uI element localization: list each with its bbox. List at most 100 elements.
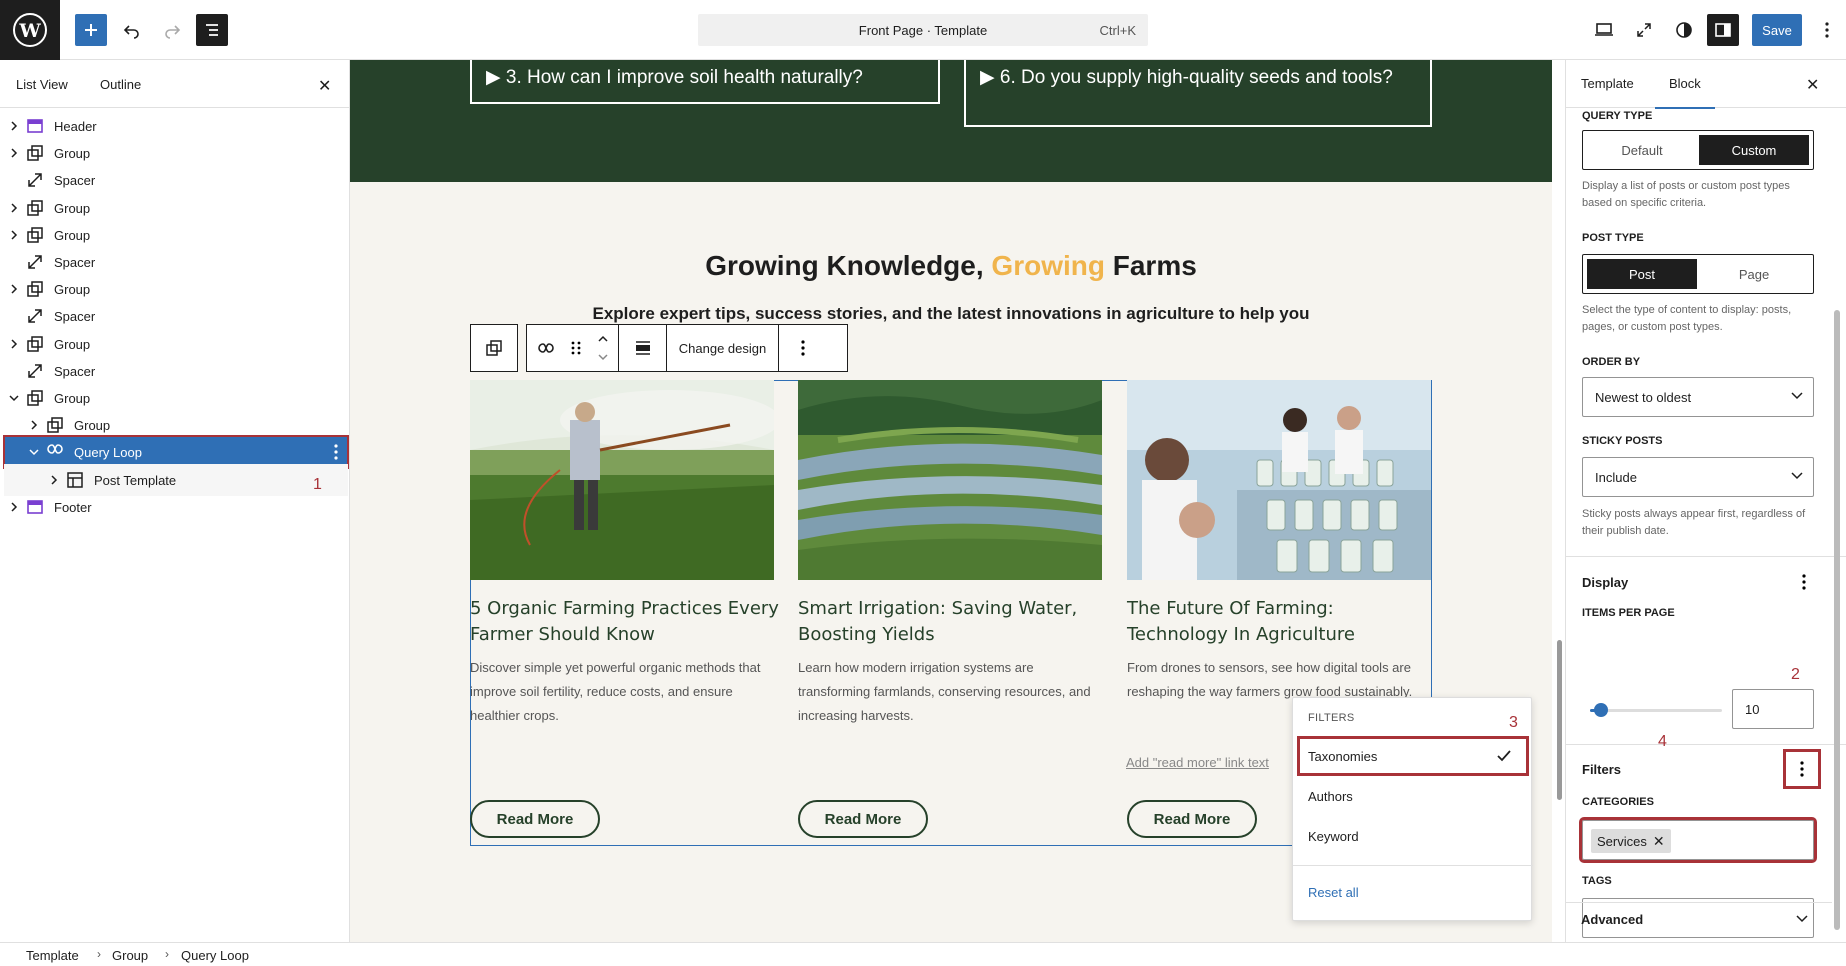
items-per-page-slider[interactable] [1590,703,1722,717]
group-icon [26,144,44,162]
wordpress-logo-icon[interactable]: W [0,0,60,60]
redo-button[interactable] [156,14,188,46]
block-options-icon[interactable] [779,325,827,371]
sticky-posts-select[interactable]: Include [1582,457,1814,497]
section-heading[interactable]: Growing Knowledge, Growing Farms [350,250,1552,282]
tab-list-view[interactable]: List View [16,77,68,92]
shortcut-hint: Ctrl+K [1099,23,1136,38]
group-icon [26,280,44,298]
post-type-label: POST TYPE [1582,232,1644,244]
parent-block-selector[interactable] [470,324,518,372]
breadcrumb-group[interactable]: Group [112,948,148,963]
close-icon[interactable]: ✕ [318,76,331,96]
post-type-page[interactable]: Page [1699,259,1809,289]
slider-thumb[interactable] [1593,703,1608,717]
loop-icon[interactable] [527,325,565,371]
tab-outline[interactable]: Outline [100,77,141,92]
spacer-icon [26,307,44,325]
list-view-item-label: Spacer [54,363,96,379]
device-preview-icon[interactable] [1588,14,1620,46]
post-title[interactable]: Smart Irrigation: Saving Water, Boosting… [798,596,1108,648]
command-palette-bar[interactable]: Front Page · Template Ctrl+K [698,14,1148,46]
post-title[interactable]: 5 Organic Farming Practices Every Farmer… [470,596,780,648]
save-button[interactable]: Save [1752,14,1802,46]
chevron-down-icon[interactable] [28,446,40,458]
svg-text:W: W [18,20,41,42]
group-icon [46,416,64,434]
remove-token-icon[interactable]: ✕ [1653,833,1665,850]
chevron-right-icon[interactable] [28,419,40,431]
document-overview-button[interactable] [196,14,228,46]
reset-all-button[interactable]: Reset all [1308,885,1359,900]
items-per-page-input[interactable]: 10 [1732,689,1814,729]
annotation-number: 4 [1658,733,1667,750]
chevron-down-icon[interactable] [1796,915,1808,923]
faq-item[interactable]: ▶ 3. How can I improve soil health natur… [470,60,940,104]
list-view-item-footer[interactable]: Footer [4,491,348,523]
canvas-scrollbar[interactable] [1554,60,1564,942]
chevron-right-icon[interactable] [8,283,20,295]
filters-options-icon[interactable] [1783,749,1821,789]
filter-keyword-item[interactable]: Keyword [1299,818,1527,854]
read-more-button[interactable]: Read More [1127,800,1257,838]
chevron-right-icon[interactable] [8,229,20,241]
group-icon [26,226,44,244]
canvas-scrollbar-thumb[interactable] [1557,640,1562,800]
chevron-down-icon [1791,392,1803,400]
styles-icon[interactable] [1668,14,1700,46]
rice-terraces-image[interactable] [798,380,1102,580]
change-design-button[interactable]: Change design [667,325,779,371]
close-icon[interactable]: ✕ [1806,75,1819,95]
undo-button[interactable] [116,14,148,46]
display-panel-title[interactable]: Display [1582,575,1628,590]
chevron-down-icon[interactable] [8,392,20,404]
group-icon[interactable] [471,325,517,371]
breadcrumb-query-loop[interactable]: Query Loop [181,948,249,963]
breadcrumb-template[interactable]: Template [26,948,79,963]
categories-token-field[interactable]: Services ✕ [1579,817,1817,863]
display-options-icon[interactable] [1802,574,1806,590]
chevron-right-icon[interactable] [8,338,20,350]
breadcrumb: Template › Group › Query Loop [0,942,1846,966]
order-by-select[interactable]: Newest to oldest [1582,377,1814,417]
template-part-icon [26,498,44,516]
read-more-button[interactable]: Read More [798,800,928,838]
advanced-panel-title[interactable]: Advanced [1581,912,1643,927]
farmer-spraying-image[interactable] [470,380,774,580]
drag-handle-icon[interactable] [565,325,587,371]
read-more-button[interactable]: Read More [470,800,600,838]
options-menu-icon[interactable] [1811,14,1843,46]
post-type-post[interactable]: Post [1587,259,1697,289]
filter-taxonomies-item[interactable]: Taxonomies [1297,736,1529,776]
filter-authors-item[interactable]: Authors [1299,778,1527,814]
list-view-item-label: Group [54,391,91,406]
settings-sidebar-icon[interactable] [1707,14,1739,46]
category-token[interactable]: Services ✕ [1591,829,1671,853]
query-type-custom[interactable]: Custom [1699,135,1809,165]
section-subheading[interactable]: Explore expert tips, success stories, an… [350,304,1552,324]
filters-panel-title[interactable]: Filters [1582,762,1621,777]
list-view-item-label: Spacer [54,255,96,270]
post-title[interactable]: The Future Of Farming: Technology In Agr… [1127,596,1437,648]
tab-template[interactable]: Template [1581,76,1634,91]
move-up-down-icon[interactable] [587,325,619,371]
item-options-icon[interactable] [334,444,338,460]
chevron-right-icon[interactable] [8,202,20,214]
faq-item[interactable]: ▶ 6. Do you supply high-quality seeds an… [964,60,1432,127]
align-icon[interactable] [619,325,667,371]
chevron-right-icon[interactable] [8,147,20,159]
lab-scientists-image[interactable] [1127,380,1431,580]
chevron-right-icon[interactable] [8,120,20,132]
tab-block[interactable]: Block [1655,76,1715,109]
add-read-more-link[interactable]: Add "read more" link text [1126,755,1269,770]
chevron-right-icon[interactable] [48,474,60,486]
add-block-button[interactable] [75,14,107,46]
chevron-right-icon: › [165,947,169,961]
chevron-right-icon[interactable] [8,501,20,513]
divider [1566,744,1846,745]
fullscreen-icon[interactable] [1628,14,1660,46]
sidebar-scrollbar[interactable] [1834,310,1840,930]
query-type-default[interactable]: Default [1587,135,1697,165]
order-by-label: ORDER BY [1582,356,1641,368]
annotation-number: 1 [313,476,322,493]
